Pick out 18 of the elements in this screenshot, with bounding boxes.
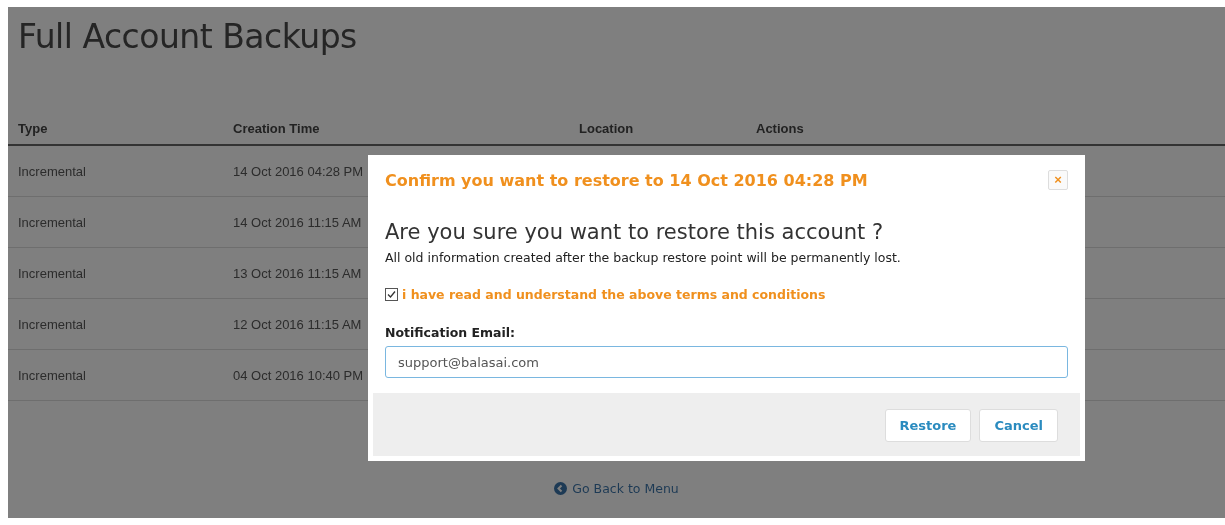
table-cell: Incremental [8,196,223,248]
email-label: Notification Email: [385,325,517,340]
table-cell: Incremental [8,247,223,299]
email-field[interactable]: support@balasai.com [385,346,1068,378]
arrow-circle-icon[interactable] [554,482,568,495]
close-button[interactable]: × [1048,170,1068,190]
cancel-button[interactable]: Cancel [979,409,1058,442]
column-header: Creation Time [223,107,569,145]
column-header: Actions [746,107,1225,145]
table-cell: Incremental [8,349,223,401]
back-link[interactable]: Go Back to Menu [572,481,679,496]
column-header: Type [8,107,223,145]
table-cell: Incremental [8,298,223,350]
table-cell: Incremental [8,145,223,197]
column-header: Location [569,107,746,145]
page-title: Full Account Backups [17,16,358,58]
restore-button[interactable]: Restore [884,409,972,442]
agree-checkbox[interactable] [385,288,398,301]
